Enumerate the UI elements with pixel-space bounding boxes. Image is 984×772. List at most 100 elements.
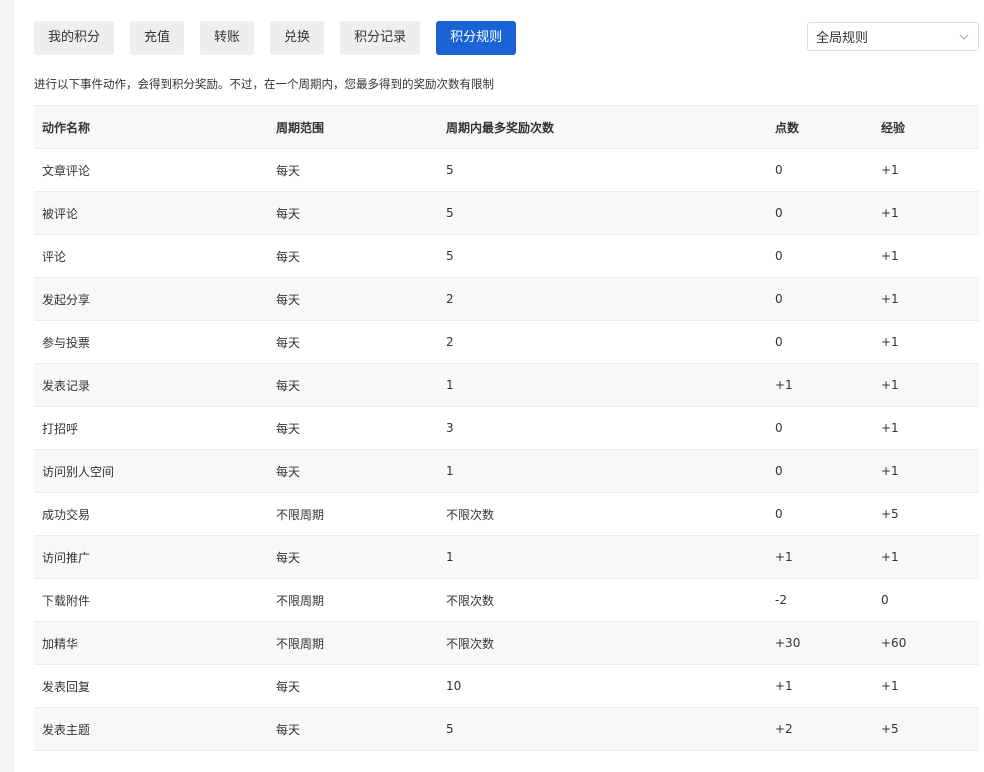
rules-intro-text: 进行以下事件动作，会得到积分奖励。不过，在一个周期内，您最多得到的奖励次数有限制 (34, 77, 494, 91)
cell-cycle-range: 每天 (268, 148, 438, 192)
cell-points: 0 (767, 148, 873, 192)
cell-points: 0 (767, 234, 873, 278)
cell-action-name: 发表回复 (34, 664, 268, 708)
cell-cycle-range: 每天 (268, 664, 438, 708)
cell-points: +2 (767, 707, 873, 751)
table-row: 发表主题 每天 5 +2 +5 (34, 707, 979, 751)
cell-points: +1 (767, 363, 873, 407)
tab-bar: 我的积分 充值 转账 兑换 积分记录 积分规则 (34, 21, 532, 55)
cell-max-rewards: 3 (438, 406, 767, 450)
tab-points-rules[interactable]: 积分规则 (436, 21, 517, 55)
table-row: 成功交易 不限周期 不限次数 0 +5 (34, 492, 979, 536)
cell-max-rewards: 1 (438, 535, 767, 579)
cell-cycle-range: 每天 (268, 707, 438, 751)
table-row: 评论 每天 5 0 +1 (34, 234, 979, 278)
cell-max-rewards: 10 (438, 664, 767, 708)
cell-max-rewards: 2 (438, 320, 767, 364)
tab-transfer[interactable]: 转账 (200, 21, 255, 55)
table-row: 发起分享 每天 2 0 +1 (34, 277, 979, 321)
cell-max-rewards: 不限次数 (438, 578, 767, 622)
table-row: 加精华 不限周期 不限次数 +30 +60 (34, 621, 979, 665)
cell-action-name: 打招呼 (34, 406, 268, 450)
cell-max-rewards: 不限次数 (438, 492, 767, 536)
cell-action-name: 发起分享 (34, 277, 268, 321)
table-row: 发表记录 每天 1 +1 +1 (34, 363, 979, 407)
cell-action-name: 加精华 (34, 621, 268, 665)
cell-points: 0 (767, 492, 873, 536)
cell-experience: +1 (873, 148, 979, 192)
cell-max-rewards: 5 (438, 234, 767, 278)
tab-exchange[interactable]: 兑换 (270, 21, 325, 55)
cell-cycle-range: 每天 (268, 320, 438, 364)
cell-action-name: 参与投票 (34, 320, 268, 364)
cell-cycle-range: 每天 (268, 191, 438, 235)
cell-experience: +1 (873, 406, 979, 450)
cell-max-rewards: 5 (438, 191, 767, 235)
cell-action-name: 下载附件 (34, 578, 268, 622)
cell-points: +1 (767, 664, 873, 708)
rule-scope-select[interactable]: 全局规则 (807, 22, 979, 51)
tab-recharge[interactable]: 充值 (130, 21, 185, 55)
table-row: 参与投票 每天 2 0 +1 (34, 320, 979, 364)
points-rules-table: 动作名称 周期范围 周期内最多奖励次数 点数 经验 文章评论 每天 5 0 +1 被评论每… (34, 105, 979, 751)
cell-experience: +1 (873, 535, 979, 579)
cell-experience: +1 (873, 191, 979, 235)
cell-action-name: 成功交易 (34, 492, 268, 536)
chevron-down-icon (959, 34, 969, 40)
table-row: 发表回复 每天 10 +1 +1 (34, 664, 979, 708)
cell-points: -2 (767, 578, 873, 622)
cell-cycle-range: 不限周期 (268, 492, 438, 536)
table-row: 下载附件 不限周期 不限次数 -2 0 (34, 578, 979, 622)
tab-my-points[interactable]: 我的积分 (34, 21, 115, 55)
cell-points: +30 (767, 621, 873, 665)
cell-action-name: 访问推广 (34, 535, 268, 579)
cell-cycle-range: 每天 (268, 234, 438, 278)
cell-points: 0 (767, 191, 873, 235)
cell-experience: +1 (873, 234, 979, 278)
tab-points-log[interactable]: 积分记录 (340, 21, 421, 55)
cell-action-name: 发表记录 (34, 363, 268, 407)
cell-max-rewards: 5 (438, 707, 767, 751)
cell-action-name: 访问别人空间 (34, 449, 268, 493)
cell-max-rewards: 不限次数 (438, 621, 767, 665)
cell-experience: +1 (873, 277, 979, 321)
cell-points: 0 (767, 449, 873, 493)
table-header-row: 动作名称 周期范围 周期内最多奖励次数 点数 经验 (34, 105, 979, 149)
cell-action-name: 发表主题 (34, 707, 268, 751)
cell-cycle-range: 每天 (268, 363, 438, 407)
header-cycle-range: 周期范围 (268, 105, 438, 149)
cell-experience: +1 (873, 363, 979, 407)
header-experience: 经验 (873, 105, 979, 149)
cell-action-name: 评论 (34, 234, 268, 278)
header-max-rewards: 周期内最多奖励次数 (438, 105, 767, 149)
table-row: 访问推广 每天 1 +1 +1 (34, 535, 979, 579)
cell-max-rewards: 2 (438, 277, 767, 321)
cell-points: 0 (767, 320, 873, 364)
table-row: 被评论 每天 5 0 +1 (34, 191, 979, 235)
header-action-name: 动作名称 (34, 105, 268, 149)
cell-max-rewards: 1 (438, 449, 767, 493)
cell-experience: +1 (873, 449, 979, 493)
cell-experience: +1 (873, 664, 979, 708)
cell-experience: +1 (873, 320, 979, 364)
table-row: 访问别人空间 每天 1 0 +1 (34, 449, 979, 493)
cell-cycle-range: 每天 (268, 449, 438, 493)
cell-points: 0 (767, 277, 873, 321)
cell-experience: +60 (873, 621, 979, 665)
cell-cycle-range: 每天 (268, 535, 438, 579)
cell-cycle-range: 每天 (268, 277, 438, 321)
cell-max-rewards: 1 (438, 363, 767, 407)
header-points: 点数 (767, 105, 873, 149)
cell-cycle-range: 不限周期 (268, 621, 438, 665)
cell-experience: +5 (873, 707, 979, 751)
table-row: 文章评论 每天 5 0 +1 (34, 148, 979, 192)
cell-action-name: 被评论 (34, 191, 268, 235)
cell-max-rewards: 5 (438, 148, 767, 192)
cell-cycle-range: 不限周期 (268, 578, 438, 622)
cell-experience: 0 (873, 578, 979, 622)
cell-points: +1 (767, 535, 873, 579)
cell-points: 0 (767, 406, 873, 450)
cell-action-name: 文章评论 (34, 148, 268, 192)
cell-cycle-range: 每天 (268, 406, 438, 450)
content-panel: 我的积分 充值 转账 兑换 积分记录 积分规则 全局规则 进行以下事件动作，会得… (14, 0, 984, 772)
